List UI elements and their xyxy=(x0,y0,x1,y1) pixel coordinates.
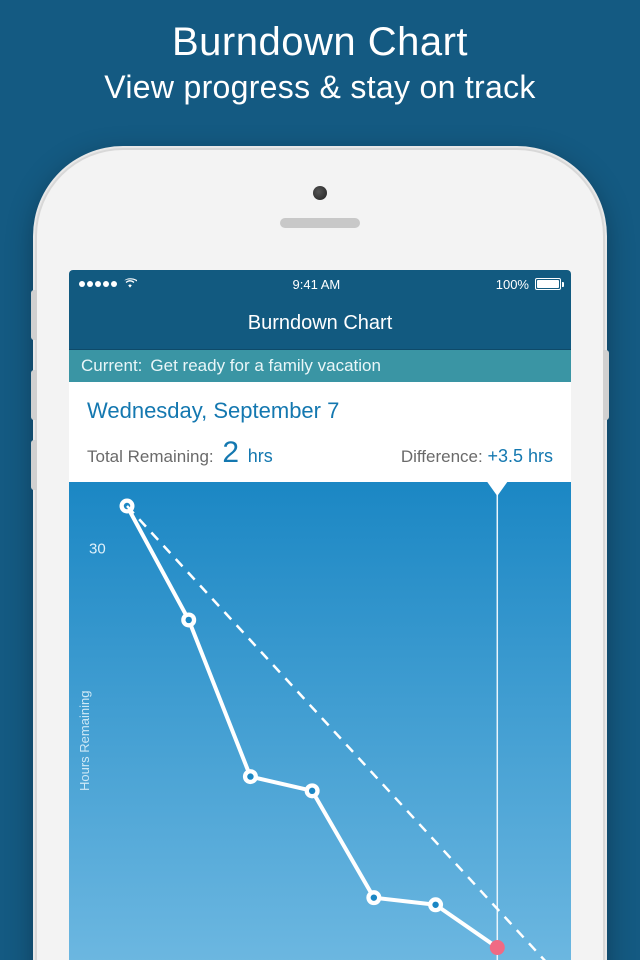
screen: 9:41 AM 100% Burndown Chart Current: Get… xyxy=(69,270,571,960)
status-bar: 9:41 AM 100% xyxy=(69,270,571,298)
wifi-icon xyxy=(123,276,137,293)
summary-panel: Wednesday, September 7 Total Remaining: … xyxy=(69,382,571,482)
total-remaining-label: Total Remaining: xyxy=(87,447,214,466)
phone-frame: 9:41 AM 100% Burndown Chart Current: Get… xyxy=(37,150,603,960)
total-remaining-value: 2 xyxy=(222,436,239,469)
current-value: Get ready for a family vacation xyxy=(150,356,381,376)
svg-text:Hours Remaining: Hours Remaining xyxy=(77,691,92,791)
svg-text:30: 30 xyxy=(89,541,106,558)
phone-speaker xyxy=(280,218,360,228)
difference-label: Difference: xyxy=(401,447,483,466)
difference-value: +3.5 hrs xyxy=(487,446,553,466)
signal-dots-icon xyxy=(79,281,117,287)
promo-title: Burndown Chart xyxy=(0,20,640,65)
promo-subtitle: View progress & stay on track xyxy=(0,69,640,106)
status-time: 9:41 AM xyxy=(293,277,341,292)
current-iteration-bar[interactable]: Current: Get ready for a family vacation xyxy=(69,350,571,382)
nav-header: Burndown Chart xyxy=(69,298,571,350)
total-remaining-unit: hrs xyxy=(248,446,273,466)
battery-percentage: 100% xyxy=(496,277,529,292)
selected-date: Wednesday, September 7 xyxy=(87,398,553,424)
current-label: Current: xyxy=(81,356,142,376)
battery-icon xyxy=(535,278,561,290)
burndown-chart[interactable]: 030Hours RemainingSep 12345678Iteration … xyxy=(69,482,571,960)
nav-title: Burndown Chart xyxy=(248,312,393,335)
phone-camera xyxy=(313,186,327,200)
